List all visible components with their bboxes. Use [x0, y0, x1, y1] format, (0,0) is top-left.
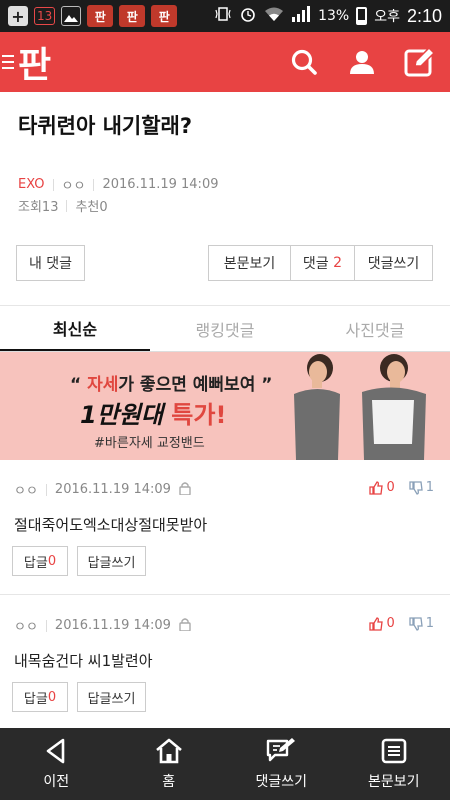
reply-count-button[interactable]: 답글 0 [12, 682, 68, 712]
thumbs-up-icon [369, 616, 384, 631]
nav-prev-button[interactable]: 이전 [0, 728, 113, 800]
bottom-nav: 이전 홈 댓글쓰기 본문보기 [0, 728, 450, 800]
ad-model-image [362, 354, 426, 460]
comment-date: 2016.11.19 14:09 [54, 482, 171, 497]
ad-headline: “ 자세가 좋으면 예뻐보여 ” [70, 375, 273, 395]
post-meta: EXO ㅇㅇ 2016.11.19 14:09 [18, 175, 218, 194]
lock-icon[interactable] [179, 481, 191, 499]
write-icon[interactable] [404, 46, 436, 78]
upvote-count: 0 [386, 616, 395, 631]
comment-tabs: 최신순 랭킹댓글 사진댓글 [0, 306, 450, 352]
views-label: 조회 [18, 200, 42, 215]
time-ampm: 오후 [374, 9, 400, 25]
ad-price: 1만원대 특가! [80, 401, 227, 429]
downvote-button[interactable]: 1 [409, 480, 434, 495]
tab-latest[interactable]: 최신순 [0, 306, 150, 351]
upvote-count: 0 [386, 480, 395, 495]
home-icon [155, 738, 182, 764]
app-header: 판 [0, 32, 450, 92]
nav-view-post-button[interactable]: 본문보기 [338, 728, 450, 800]
reply-count-button[interactable]: 답글 0 [12, 546, 68, 576]
missed-call-badge: 13 [34, 7, 56, 25]
recommend-count: 0 [99, 200, 108, 215]
comment-write-icon [267, 738, 296, 762]
comments-button[interactable]: 댓글 2 [290, 246, 354, 280]
comments-count: 2 [333, 255, 343, 271]
post-title: 타퀴련아 내기할래? [18, 114, 193, 138]
wifi-icon [264, 6, 284, 26]
comment-date: 2016.11.19 14:09 [54, 618, 171, 633]
lock-icon[interactable] [179, 617, 191, 635]
nav-post-label: 본문보기 [367, 774, 420, 790]
write-reply-button[interactable]: 답글쓰기 [77, 682, 146, 712]
views-count: 13 [41, 200, 59, 215]
status-bar: + 13 판 판 판 13% 오후 2:10 [0, 0, 450, 32]
recommend-label: 추천 [75, 200, 100, 215]
thumbs-down-icon [409, 616, 423, 631]
thumbs-up-icon [369, 480, 384, 495]
upvote-button[interactable]: 0 [369, 480, 395, 495]
post-action-group: 본문보기 댓글 2 댓글쓰기 [208, 245, 433, 281]
alarm-icon [239, 5, 257, 27]
add-notification-icon: + [8, 6, 28, 26]
thumbs-down-icon [409, 480, 423, 495]
divider [66, 199, 68, 212]
search-icon[interactable] [288, 46, 320, 78]
comment-author: ㅇㅇ [14, 620, 38, 635]
nav-prev-label: 이전 [43, 774, 70, 790]
back-arrow-icon [46, 738, 65, 764]
ad-hashtag: #바른자세 교정밴드 [94, 436, 205, 451]
write-comment-button[interactable]: 댓글쓰기 [354, 246, 432, 280]
comment-author: ㅇㅇ [14, 484, 38, 499]
ad-banner[interactable]: “ 자세가 좋으면 예뻐보여 ” 1만원대 특가! #바른자세 교정밴드 [0, 352, 450, 460]
downvote-count: 1 [425, 616, 434, 631]
my-comments-button[interactable]: 내 댓글 [16, 245, 85, 281]
image-notification-icon [61, 6, 82, 26]
upvote-button[interactable]: 0 [369, 616, 395, 631]
pan-notification-icon: 판 [151, 5, 178, 27]
divider [45, 619, 47, 632]
tab-photo[interactable]: 사진댓글 [300, 306, 450, 351]
battery-percent: 13% [318, 8, 350, 24]
write-reply-button[interactable]: 답글쓰기 [77, 546, 146, 576]
comments-label: 댓글 [302, 256, 329, 272]
ad-model-image [294, 354, 340, 460]
nav-home-button[interactable]: 홈 [113, 728, 226, 800]
menu-icon[interactable] [2, 55, 14, 69]
divider [45, 483, 47, 496]
document-icon [381, 738, 407, 764]
view-post-button[interactable]: 본문보기 [209, 246, 290, 280]
pan-notification-icon: 판 [119, 5, 146, 27]
signal-icon [291, 6, 311, 26]
nav-home-label: 홈 [162, 774, 176, 790]
nav-write-label: 댓글쓰기 [255, 774, 308, 790]
battery-icon [356, 7, 368, 25]
downvote-count: 1 [425, 480, 434, 495]
pan-notification-icon: 판 [87, 5, 114, 27]
post-stats: 조회13 추천0 [18, 196, 108, 215]
divider [52, 178, 54, 191]
post-author: ㅇㅇ [61, 179, 86, 194]
tab-ranking[interactable]: 랭킹댓글 [150, 306, 300, 351]
downvote-button[interactable]: 1 [409, 616, 434, 631]
vibrate-icon [214, 6, 232, 26]
comment-divider [0, 594, 450, 595]
app-logo[interactable]: 판 [18, 36, 51, 88]
comment-text: 절대죽어도엑소대상절대못받아 [14, 516, 208, 534]
user-icon[interactable] [346, 46, 378, 78]
nav-write-comment-button[interactable]: 댓글쓰기 [225, 728, 338, 800]
post-date: 2016.11.19 14:09 [102, 177, 219, 192]
post-category[interactable]: EXO [18, 177, 45, 192]
divider [93, 178, 95, 191]
clock: 2:10 [406, 5, 442, 26]
comment-text: 내목숨건다 씨1발련아 [14, 652, 153, 670]
